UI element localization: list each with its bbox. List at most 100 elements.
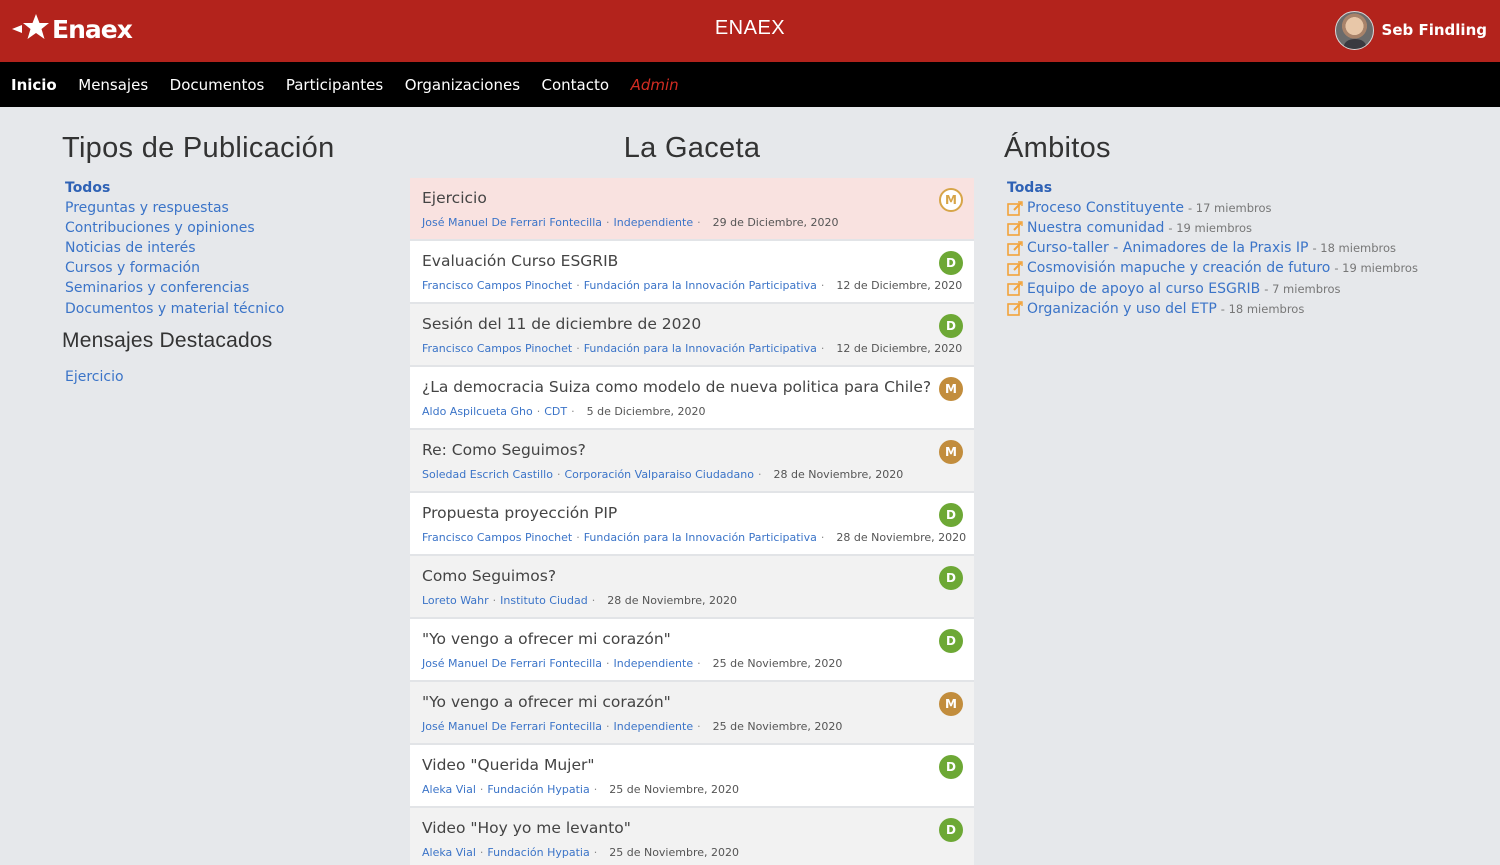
post-org[interactable]: CDT	[544, 405, 567, 418]
post-card[interactable]: Sesión del 11 de diciembre de 2020 Franc…	[410, 304, 974, 367]
post-card[interactable]: Ejercicio José Manuel De Ferrari Fonteci…	[410, 178, 974, 241]
post-org[interactable]: Fundación para la Innovación Participati…	[584, 342, 817, 355]
scope-all-link[interactable]: Todas	[1007, 178, 1464, 198]
scope-item[interactable]: Curso-taller - Animadores de la Praxis I…	[1007, 238, 1464, 258]
scope-item[interactable]: Equipo de apoyo al curso ESGRIB - 7 miem…	[1007, 278, 1464, 298]
post-org[interactable]: Fundación Hypatia	[487, 783, 589, 796]
post-title[interactable]: "Yo vengo a ofrecer mi corazón"	[422, 693, 932, 711]
scope-name[interactable]: Organización y uso del ETP	[1027, 301, 1217, 317]
post-title[interactable]: Propuesta proyección PIP	[422, 504, 932, 522]
post-title[interactable]: Ejercicio	[422, 189, 932, 207]
post-meta: Soledad Escrich Castillo · Corporación Val…	[422, 468, 904, 481]
post-date: 28 de Noviembre, 2020	[836, 531, 967, 544]
user-name[interactable]: Seb Findling	[1382, 21, 1487, 39]
type-badge: M	[939, 440, 963, 464]
scope-member-count: - 17 miembros	[1187, 201, 1272, 216]
post-author[interactable]: Francisco Campos Pinochet	[422, 279, 572, 292]
type-link[interactable]: Preguntas y respuestas	[65, 198, 392, 218]
user-menu[interactable]: Seb Findling	[1334, 10, 1487, 50]
scope-item[interactable]: Organización y uso del ETP - 18 miembros	[1007, 299, 1464, 319]
post-org[interactable]: Independiente	[614, 216, 694, 229]
post-title[interactable]: ¿La democracia Suiza como modelo de nuev…	[422, 378, 932, 396]
post-date: 28 de Noviembre, 2020	[607, 594, 737, 607]
scope-item[interactable]: Proceso Constituyente - 17 miembros	[1007, 198, 1464, 218]
post-card[interactable]: "Yo vengo a ofrecer mi corazón" José Man…	[410, 682, 974, 745]
post-meta: José Manuel De Ferrari Fontecilla · Indepe…	[422, 720, 843, 733]
post-org[interactable]: Fundación Hypatia	[487, 846, 589, 859]
nav-inicio[interactable]: Inicio	[11, 76, 57, 94]
post-author[interactable]: José Manuel De Ferrari Fontecilla	[422, 216, 602, 229]
post-author[interactable]: Aldo Aspilcueta Gho	[422, 405, 533, 418]
post-author[interactable]: Francisco Campos Pinochet	[422, 342, 572, 355]
type-link[interactable]: Contribuciones y opiniones	[65, 218, 392, 238]
avatar[interactable]	[1334, 10, 1374, 50]
post-card[interactable]: "Yo vengo a ofrecer mi corazón" José Man…	[410, 619, 974, 682]
featured-messages-title: Mensajes Destacados	[62, 328, 273, 352]
scope-name[interactable]: Curso-taller - Animadores de la Praxis I…	[1027, 240, 1308, 256]
post-card[interactable]: Propuesta proyección PIP Francisco Campo…	[410, 493, 974, 556]
post-author[interactable]: Francisco Campos Pinochet	[422, 531, 572, 544]
type-badge: D	[939, 314, 963, 338]
type-badge: M	[939, 377, 963, 401]
post-card[interactable]: Re: Como Seguimos? Soledad Escrich Casti…	[410, 430, 974, 493]
post-org[interactable]: Independiente	[614, 657, 694, 670]
type-badge: M	[939, 188, 963, 212]
nav-organizaciones[interactable]: Organizaciones	[405, 76, 520, 94]
type-link[interactable]: Noticias de interés	[65, 238, 392, 258]
publication-types-title: Tipos de Publicación	[62, 132, 335, 164]
gazette-title: La Gaceta	[623, 132, 761, 164]
post-meta: Francisco Campos Pinochet · Fundación para…	[422, 279, 963, 292]
post-title[interactable]: Como Seguimos?	[422, 567, 932, 585]
scope-name[interactable]: Equipo de apoyo al curso ESGRIB	[1027, 281, 1260, 297]
nav-documentos[interactable]: Documentos	[170, 76, 265, 94]
post-date: 29 de Diciembre, 2020	[712, 216, 839, 229]
post-title[interactable]: Re: Como Seguimos?	[422, 441, 932, 459]
post-card[interactable]: Como Seguimos? Loreto Wahr · Instituto Ciu…	[410, 556, 974, 619]
post-org[interactable]: Independiente	[614, 720, 694, 733]
type-link[interactable]: Documentos y material técnico	[65, 299, 392, 319]
post-org[interactable]: Fundación para la Innovación Participati…	[584, 531, 817, 544]
post-author[interactable]: José Manuel De Ferrari Fontecilla	[422, 720, 602, 733]
post-date: 12 de Diciembre, 2020	[836, 279, 963, 292]
nav-admin[interactable]: Admin	[631, 76, 679, 94]
post-title[interactable]: Video "Hoy yo me levanto"	[422, 819, 932, 837]
post-card[interactable]: ¿La democracia Suiza como modelo de nuev…	[410, 367, 974, 430]
type-link[interactable]: Todos	[65, 178, 392, 198]
post-title[interactable]: Sesión del 11 de diciembre de 2020	[422, 315, 932, 333]
scope-name[interactable]: Proceso Constituyente	[1027, 200, 1184, 216]
scopes-title: Ámbitos	[1004, 132, 1111, 164]
post-meta: Aleka Vial · Fundación Hypatia · 25 de Novie…	[422, 783, 739, 796]
post-author[interactable]: Aleka Vial	[422, 846, 476, 859]
nav-contacto[interactable]: Contacto	[542, 76, 610, 94]
type-link[interactable]: Cursos y formación	[65, 258, 392, 278]
post-org[interactable]: Fundación para la Innovación Participati…	[584, 279, 817, 292]
featured-link[interactable]: Ejercicio	[65, 367, 392, 387]
post-meta: Loreto Wahr · Instituto Ciudad · 28 de Novie…	[422, 594, 737, 607]
edit-icon	[1007, 241, 1023, 256]
post-card[interactable]: Video "Querida Mujer" Aleka Vial · Fundaci…	[410, 745, 974, 808]
post-card[interactable]: Evaluación Curso ESGRIB Francisco Campos…	[410, 241, 974, 304]
left-column: Tipos de Publicación Todos Preguntas y r…	[62, 132, 392, 387]
scope-name[interactable]: Nuestra comunidad	[1027, 220, 1164, 236]
nav-participantes[interactable]: Participantes	[286, 76, 383, 94]
post-meta: José Manuel De Ferrari Fontecilla · Indepe…	[422, 216, 839, 229]
post-title[interactable]: Evaluación Curso ESGRIB	[422, 252, 932, 270]
post-author[interactable]: Loreto Wahr	[422, 594, 489, 607]
scope-name[interactable]: Cosmovisión mapuche y creación de futuro	[1027, 260, 1330, 276]
nav-mensajes[interactable]: Mensajes	[78, 76, 148, 94]
post-org[interactable]: Instituto Ciudad	[500, 594, 588, 607]
scope-item[interactable]: Cosmovisión mapuche y creación de futuro…	[1007, 258, 1464, 278]
post-org[interactable]: Corporación Valparaiso Ciudadano	[564, 468, 754, 481]
post-author[interactable]: José Manuel De Ferrari Fontecilla	[422, 657, 602, 670]
scope-item[interactable]: Nuestra comunidad - 19 miembros	[1007, 218, 1464, 238]
post-title[interactable]: Video "Querida Mujer"	[422, 756, 932, 774]
post-author[interactable]: Soledad Escrich Castillo	[422, 468, 553, 481]
post-card[interactable]: Video "Hoy yo me levanto" Aleka Vial · Fun…	[410, 808, 974, 865]
featured-messages-list: Ejercicio	[65, 367, 392, 387]
post-author[interactable]: Aleka Vial	[422, 783, 476, 796]
type-link[interactable]: Seminarios y conferencias	[65, 278, 392, 298]
publication-types-list: Todos Preguntas y respuestas Contribucio…	[65, 178, 392, 319]
post-title[interactable]: "Yo vengo a ofrecer mi corazón"	[422, 630, 932, 648]
post-date: 25 de Noviembre, 2020	[609, 783, 739, 796]
main-nav: Inicio Mensajes Documentos Participantes…	[0, 62, 1500, 107]
